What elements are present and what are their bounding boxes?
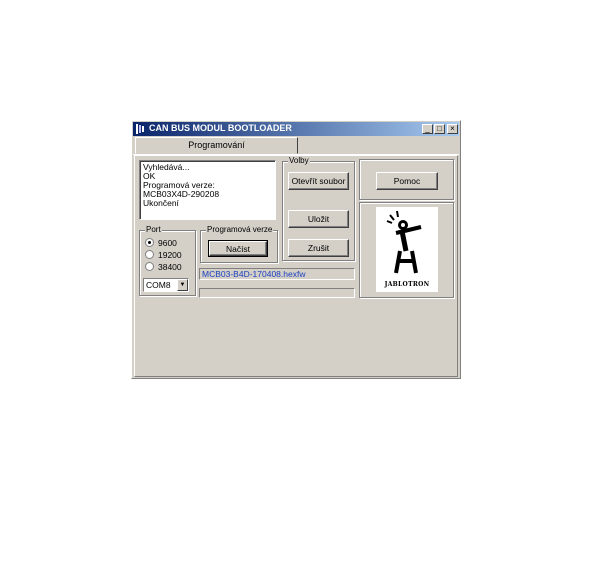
log-line: Vyhledává... bbox=[143, 162, 190, 172]
app-icon bbox=[136, 124, 144, 134]
file-name-field: MCB03-B4D-170408.hexfw bbox=[199, 268, 355, 280]
radio-icon bbox=[145, 262, 154, 271]
volby-legend: Volby bbox=[288, 156, 310, 165]
close-icon: × bbox=[450, 124, 455, 133]
radio-9600[interactable]: 9600 bbox=[145, 238, 177, 248]
maximize-icon: □ bbox=[437, 124, 442, 133]
radio-label: 9600 bbox=[158, 238, 177, 248]
jablotron-logo: JABLOTRON bbox=[376, 207, 438, 292]
com-port-value: COM8 bbox=[146, 280, 171, 290]
help-button[interactable]: Pomoc bbox=[376, 172, 438, 190]
close-button[interactable]: × bbox=[447, 124, 458, 134]
com-port-select[interactable]: COM8 ▼ bbox=[143, 278, 189, 292]
load-button[interactable]: Načíst bbox=[208, 240, 268, 257]
radio-label: 38400 bbox=[158, 262, 182, 272]
radio-selected-icon bbox=[145, 238, 154, 247]
minimize-icon: _ bbox=[425, 124, 430, 133]
tab-programovani[interactable]: Programování bbox=[135, 137, 298, 154]
radio-label: 19200 bbox=[158, 250, 182, 260]
window-title: CAN BUS MODUL BOOTLOADER bbox=[149, 123, 292, 133]
log-listbox[interactable]: Vyhledává... OK Programová verze: MCB03X… bbox=[139, 160, 276, 220]
maximize-button[interactable]: □ bbox=[434, 124, 445, 134]
jablotron-figure-icon bbox=[386, 210, 422, 274]
cancel-button[interactable]: Zrušit bbox=[288, 239, 349, 257]
minimize-button[interactable]: _ bbox=[422, 124, 433, 134]
radio-icon bbox=[145, 250, 154, 259]
title-bar[interactable]: CAN BUS MODUL BOOTLOADER _ □ × bbox=[133, 122, 459, 136]
chevron-down-icon[interactable]: ▼ bbox=[177, 279, 188, 291]
logo-brand: JABLOTRON bbox=[384, 281, 430, 288]
program-version-legend: Programová verze bbox=[206, 225, 274, 234]
radio-38400[interactable]: 38400 bbox=[145, 262, 182, 272]
radio-19200[interactable]: 19200 bbox=[145, 250, 182, 260]
progress-bar bbox=[199, 288, 355, 298]
log-line: Ukončení bbox=[143, 198, 179, 208]
port-legend: Port bbox=[145, 225, 162, 234]
tab-strip: Programování bbox=[133, 137, 459, 155]
open-file-button[interactable]: Otevřít soubor bbox=[288, 172, 349, 190]
save-button[interactable]: Uložit bbox=[288, 210, 349, 228]
